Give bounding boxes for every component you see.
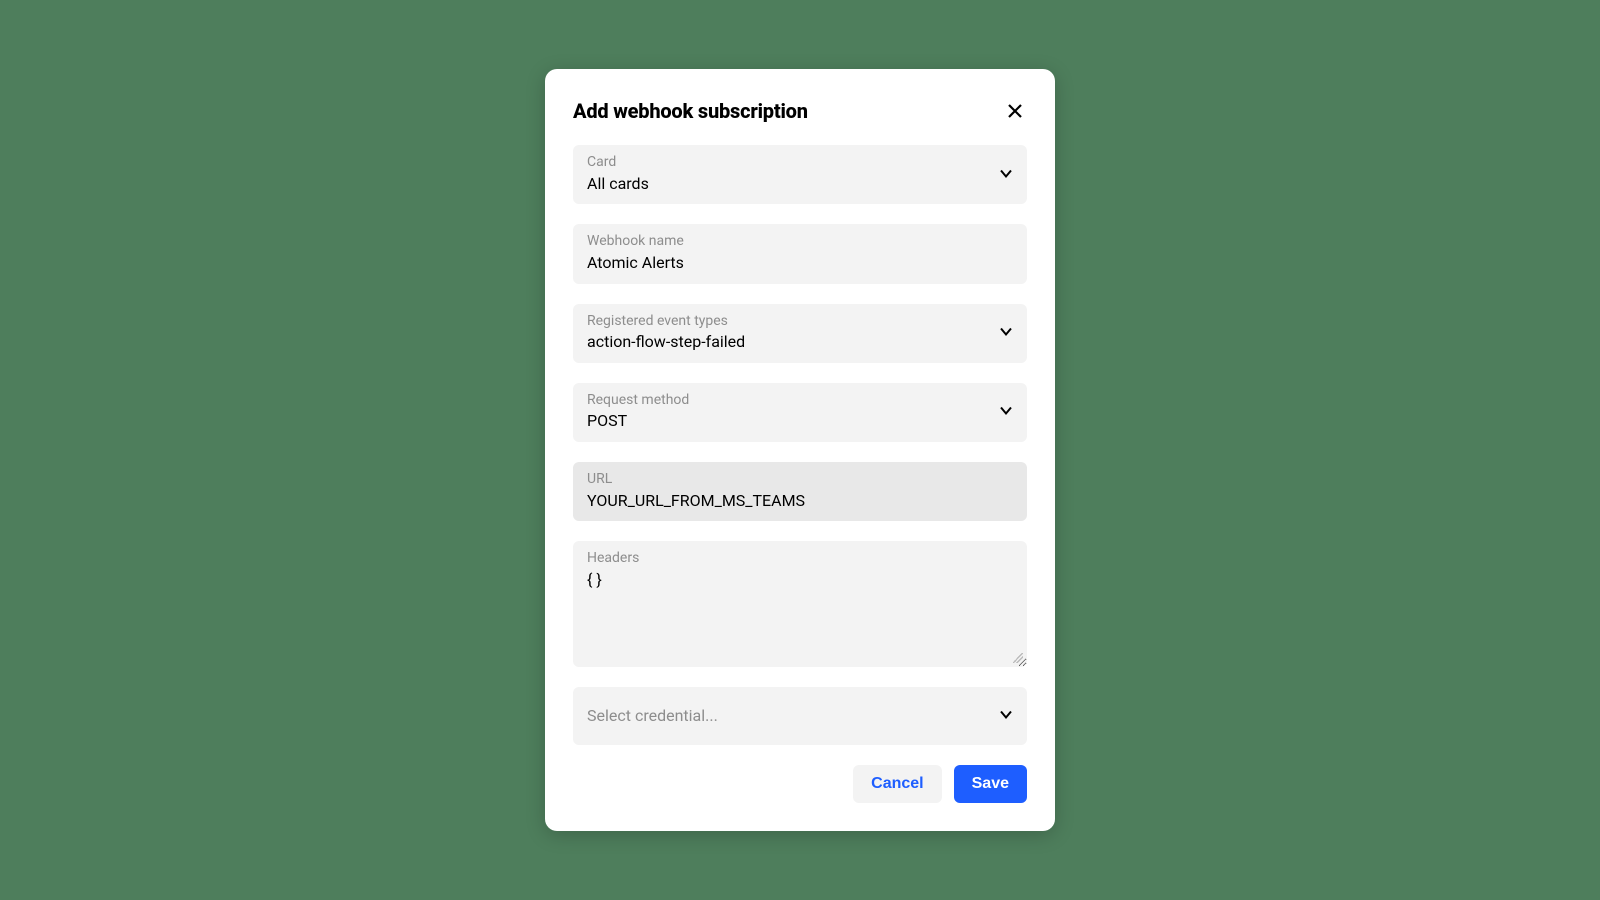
- close-icon: [1007, 103, 1023, 119]
- credential-placeholder: Select credential...: [587, 705, 1013, 727]
- dialog-title: Add webhook subscription: [573, 99, 808, 123]
- event-types-label: Registered event types: [587, 312, 1013, 332]
- url-field[interactable]: URL YOUR_URL_FROM_MS_TEAMS: [573, 462, 1027, 521]
- save-button[interactable]: Save: [954, 765, 1027, 803]
- card-select[interactable]: Card All cards: [573, 145, 1027, 204]
- request-method-value: POST: [587, 410, 1013, 432]
- webhook-name-value: Atomic Alerts: [587, 252, 1013, 274]
- dialog-footer: Cancel Save: [573, 765, 1027, 803]
- headers-field[interactable]: Headers { }: [573, 541, 1027, 667]
- credential-select[interactable]: Select credential...: [573, 687, 1027, 745]
- card-value: All cards: [587, 173, 1013, 195]
- event-types-value: action-flow-step-failed: [587, 331, 1013, 353]
- dialog-header: Add webhook subscription: [573, 99, 1027, 123]
- close-button[interactable]: [1003, 99, 1027, 123]
- cancel-button[interactable]: Cancel: [853, 765, 941, 803]
- card-label: Card: [587, 153, 1013, 173]
- headers-value: { }: [587, 569, 1013, 591]
- url-label: URL: [587, 470, 1013, 490]
- headers-label: Headers: [587, 549, 1013, 569]
- request-method-label: Request method: [587, 391, 1013, 411]
- webhook-name-field[interactable]: Webhook name Atomic Alerts: [573, 224, 1027, 283]
- add-webhook-dialog: Add webhook subscription Card All cards …: [545, 69, 1055, 831]
- url-value: YOUR_URL_FROM_MS_TEAMS: [587, 490, 1013, 512]
- request-method-select[interactable]: Request method POST: [573, 383, 1027, 442]
- event-types-select[interactable]: Registered event types action-flow-step-…: [573, 304, 1027, 363]
- webhook-name-label: Webhook name: [587, 232, 1013, 252]
